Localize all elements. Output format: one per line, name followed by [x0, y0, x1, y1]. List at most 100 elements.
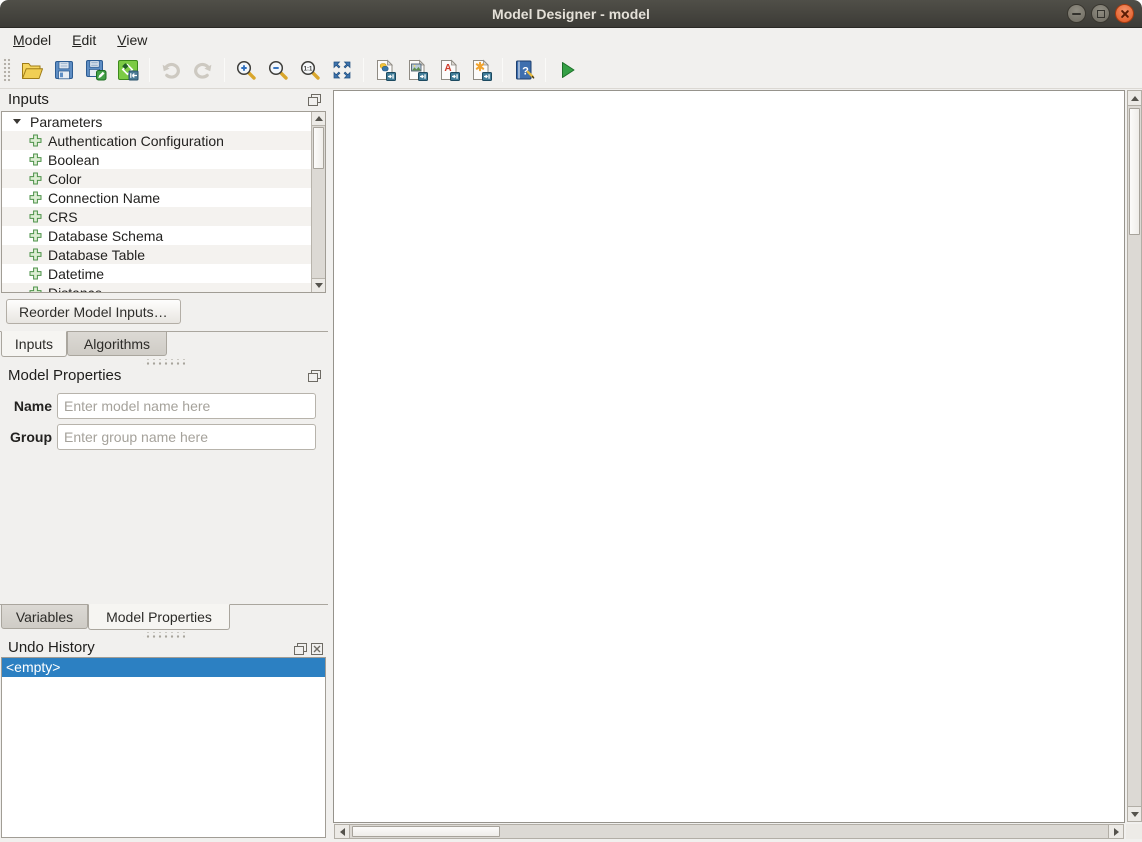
- run-model-button[interactable]: [551, 54, 583, 86]
- inputs-algorithms-tabbar: Inputs Algorithms: [0, 331, 328, 358]
- titlebar[interactable]: Model Designer - model: [0, 0, 1142, 28]
- parameter-item[interactable]: Database Schema: [2, 226, 311, 245]
- parameter-item[interactable]: Color: [2, 169, 311, 188]
- redo-icon: [191, 58, 215, 82]
- canvas-area: [333, 90, 1142, 842]
- scroll-down-arrow[interactable]: [1128, 806, 1141, 821]
- export-image-button[interactable]: [401, 54, 433, 86]
- splitter-handle[interactable]: [143, 632, 185, 639]
- scroll-up-arrow[interactable]: [312, 112, 325, 126]
- scroll-right-arrow[interactable]: [1108, 825, 1123, 838]
- menu-view[interactable]: View: [114, 31, 150, 49]
- export-python-button[interactable]: [369, 54, 401, 86]
- add-parameter-icon: [2, 229, 48, 242]
- add-parameter-icon: [2, 191, 48, 204]
- export-svg-icon: [469, 58, 493, 82]
- model-name-input[interactable]: [57, 393, 316, 419]
- float-panel-icon: [294, 643, 307, 655]
- float-panel-icon: [308, 94, 321, 106]
- add-parameter-icon: [2, 134, 48, 147]
- canvas-horizontal-scrollbar[interactable]: [334, 824, 1124, 839]
- tree-item-parameters[interactable]: Parameters: [2, 112, 311, 131]
- window-controls: [1067, 4, 1134, 23]
- menu-model[interactable]: Model: [10, 31, 54, 49]
- undo-history-item[interactable]: <empty>: [2, 658, 325, 677]
- zoom-full-icon: [330, 58, 354, 82]
- variables-properties-tabbar: Variables Model Properties: [0, 604, 328, 631]
- name-label: Name: [0, 393, 52, 419]
- inputs-tree-scrollbar[interactable]: [311, 112, 325, 292]
- float-panel-icon: [308, 370, 321, 382]
- save-model-button[interactable]: [48, 54, 80, 86]
- save-model-as-button[interactable]: [80, 54, 112, 86]
- save-model-in-project-button[interactable]: [112, 54, 144, 86]
- zoom-1-1-icon: 1:1: [298, 58, 322, 82]
- maximize-button[interactable]: [1091, 4, 1110, 23]
- zoom-full-button[interactable]: [326, 54, 358, 86]
- export-svg-button[interactable]: [465, 54, 497, 86]
- help-button[interactable]: ?: [508, 54, 540, 86]
- parameter-label: Datetime: [48, 266, 104, 282]
- tab-inputs[interactable]: Inputs: [1, 331, 67, 357]
- model-designer-window: Model Designer - model Model Edit View: [0, 0, 1142, 842]
- scroll-down-arrow[interactable]: [312, 278, 325, 292]
- parameter-item[interactable]: Boolean: [2, 150, 311, 169]
- undo-history-close-button[interactable]: [309, 642, 324, 656]
- model-properties-float-button[interactable]: [307, 369, 322, 383]
- scrollbar-thumb[interactable]: [1129, 108, 1140, 235]
- menu-bar: Model Edit View: [0, 28, 1142, 52]
- reorder-model-inputs-button[interactable]: Reorder Model Inputs…: [6, 299, 181, 324]
- parameter-item[interactable]: Datetime: [2, 264, 311, 283]
- tab-model-properties[interactable]: Model Properties: [88, 604, 230, 630]
- zoom-actual-size-button[interactable]: 1:1: [294, 54, 326, 86]
- toolbar: 1:1: [0, 52, 1142, 89]
- toolbar-separator: [149, 58, 150, 82]
- expander-icon[interactable]: [13, 119, 21, 124]
- toolbar-separator: [545, 58, 546, 82]
- parameter-item[interactable]: Connection Name: [2, 188, 311, 207]
- minimize-button[interactable]: [1067, 4, 1086, 23]
- svg-text:1:1: 1:1: [304, 66, 313, 72]
- tree-root-label: Parameters: [30, 114, 102, 130]
- parameter-label: Distance: [48, 285, 102, 294]
- add-parameter-icon: [2, 210, 48, 223]
- maximize-icon: [1097, 10, 1105, 18]
- parameter-label: CRS: [48, 209, 78, 225]
- undo-button[interactable]: [155, 54, 187, 86]
- toolbar-drag-handle[interactable]: [2, 57, 11, 83]
- splitter-handle[interactable]: [143, 359, 185, 366]
- undo-history-float-button[interactable]: [293, 642, 308, 656]
- tab-algorithms[interactable]: Algorithms: [67, 331, 167, 356]
- redo-button[interactable]: [187, 54, 219, 86]
- undo-history-title: Undo History: [8, 639, 95, 656]
- zoom-out-button[interactable]: [262, 54, 294, 86]
- window-title: Model Designer - model: [492, 6, 650, 22]
- scrollbar-thumb[interactable]: [352, 826, 500, 837]
- model-group-input[interactable]: [57, 424, 316, 450]
- canvas-vertical-scrollbar[interactable]: [1127, 90, 1142, 822]
- model-properties-title: Model Properties: [8, 367, 121, 384]
- parameter-item[interactable]: Distance: [2, 283, 311, 293]
- tab-variables[interactable]: Variables: [1, 604, 88, 629]
- parameter-item[interactable]: CRS: [2, 207, 311, 226]
- export-pdf-icon: A: [437, 58, 461, 82]
- parameter-label: Database Table: [48, 247, 145, 263]
- inputs-panel-title: Inputs: [8, 91, 49, 108]
- parameter-item[interactable]: Authentication Configuration: [2, 131, 311, 150]
- scroll-up-arrow[interactable]: [1128, 91, 1141, 106]
- save-as-icon: [84, 58, 108, 82]
- export-pdf-button[interactable]: A: [433, 54, 465, 86]
- close-icon: [1120, 9, 1130, 19]
- menu-edit[interactable]: Edit: [69, 31, 99, 49]
- parameter-item[interactable]: Database Table: [2, 245, 311, 264]
- open-model-button[interactable]: [16, 54, 48, 86]
- model-canvas[interactable]: [333, 90, 1125, 823]
- inputs-float-button[interactable]: [307, 93, 322, 107]
- toolbar-separator: [224, 58, 225, 82]
- scrollbar-thumb[interactable]: [313, 127, 324, 169]
- scroll-left-arrow[interactable]: [335, 825, 350, 838]
- inputs-tree: Parameters Authentication Configuration: [1, 111, 326, 293]
- close-button[interactable]: [1115, 4, 1134, 23]
- zoom-in-button[interactable]: [230, 54, 262, 86]
- scrollbar-corner: [1126, 824, 1142, 839]
